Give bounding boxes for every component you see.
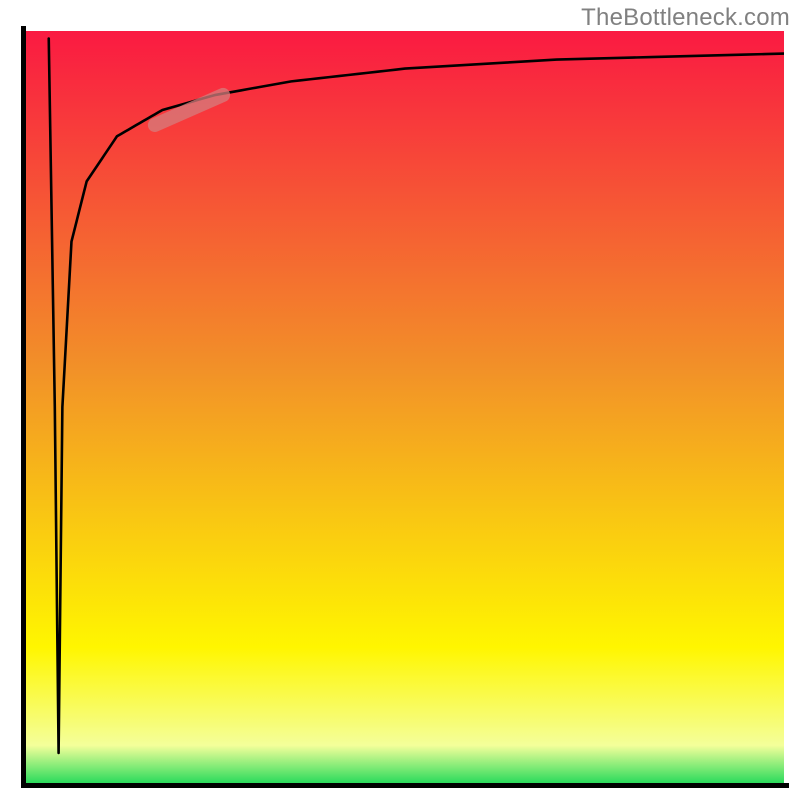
chart-svg	[0, 0, 800, 800]
frame-left-axis	[21, 26, 26, 788]
frame-bottom-axis	[21, 783, 789, 788]
plot-background	[26, 31, 784, 783]
watermark-text: TheBottleneck.com	[581, 4, 790, 32]
bottleneck-chart: TheBottleneck.com	[0, 0, 800, 800]
